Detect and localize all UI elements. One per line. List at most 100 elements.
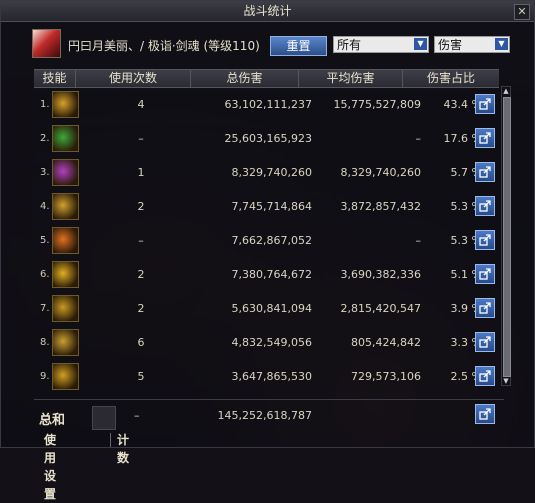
triple-slash-icon bbox=[52, 261, 79, 288]
summary-share-button[interactable] bbox=[475, 404, 495, 424]
total-damage: 63,102,111,237 bbox=[224, 98, 312, 111]
total-damage: 8,329,740,260 bbox=[231, 166, 312, 179]
share-button[interactable] bbox=[475, 366, 495, 386]
table-row[interactable]: 7. 2 5,630,841,094 2,815,420,547 3.9 % bbox=[34, 292, 504, 325]
uses-count: 5 bbox=[137, 370, 145, 383]
total-damage: 25,603,165,923 bbox=[224, 132, 312, 145]
uses-count: 6 bbox=[137, 336, 145, 349]
green-rune-icon bbox=[52, 125, 79, 152]
share-button[interactable] bbox=[475, 264, 495, 284]
table-row[interactable]: 2. –25,603,165,923–17.6 % bbox=[34, 122, 504, 155]
scroll-down-icon[interactable]: ▼ bbox=[502, 377, 510, 385]
table-row[interactable]: 9. 5 3,647,865,530 729,573,106 2.5 % bbox=[34, 360, 504, 393]
filter-select[interactable]: 所有 ▼ bbox=[333, 36, 429, 53]
row-index: 5. bbox=[40, 235, 50, 246]
share-icon bbox=[479, 268, 491, 280]
character-avatar bbox=[32, 29, 61, 58]
share-icon bbox=[479, 370, 491, 382]
total-damage: 7,662,867,052 bbox=[231, 234, 312, 247]
share-icon bbox=[479, 200, 491, 212]
uses-count: 1 bbox=[137, 166, 145, 179]
total-damage: 7,745,714,864 bbox=[231, 200, 312, 213]
chevron-down-icon: ▼ bbox=[414, 38, 427, 50]
share-icon bbox=[479, 302, 491, 314]
summary-icon bbox=[92, 406, 116, 430]
row-index: 7. bbox=[40, 303, 50, 314]
close-button[interactable]: ✕ bbox=[514, 4, 530, 20]
share-button[interactable] bbox=[475, 230, 495, 250]
uses-count: 2 bbox=[137, 268, 145, 281]
window-title: 战斗统计 bbox=[243, 4, 292, 18]
row-index: 3. bbox=[40, 167, 50, 178]
col-avg-damage[interactable]: 平均伤害 bbox=[299, 70, 403, 87]
filter-select-value: 所有 bbox=[337, 38, 362, 52]
damage-share: 3.9 % bbox=[450, 302, 482, 315]
damage-share: 43.4 % bbox=[443, 98, 482, 111]
table-row[interactable]: 5. –7,662,867,052–5.3 % bbox=[34, 224, 504, 257]
uses-count: – bbox=[138, 132, 144, 145]
summary-count: – bbox=[134, 409, 140, 422]
share-button[interactable] bbox=[475, 196, 495, 216]
damage-share: 3.3 % bbox=[450, 336, 482, 349]
damage-share: 5.7 % bbox=[450, 166, 482, 179]
table-row[interactable]: 3. 1 8,329,740,260 8,329,740,260 5.7 % bbox=[34, 156, 504, 189]
total-damage: 3,647,865,530 bbox=[231, 370, 312, 383]
window-titlebar[interactable]: 战斗统计 ✕ bbox=[1, 1, 534, 22]
table-row[interactable]: 4. 2 7,745,714,864 3,872,857,432 5.3 % bbox=[34, 190, 504, 223]
share-icon bbox=[479, 166, 491, 178]
tab-usage-settings[interactable]: 使用设置 bbox=[44, 431, 56, 501]
scrollbar-thumb[interactable] bbox=[503, 97, 511, 377]
table-header: 技能 使用次数 总伤害 平均伤害 伤害占比 bbox=[34, 69, 499, 88]
col-damage-share[interactable]: 伤害占比 bbox=[403, 70, 499, 87]
wave-slash-icon bbox=[52, 363, 79, 390]
summary-total: 145,252,618,787 bbox=[217, 409, 312, 422]
row-index: 6. bbox=[40, 269, 50, 280]
star-slash-icon bbox=[52, 227, 79, 254]
damage-share: 5.1 % bbox=[450, 268, 482, 281]
share-button[interactable] bbox=[475, 332, 495, 352]
share-button[interactable] bbox=[475, 162, 495, 182]
metric-select[interactable]: 伤害 ▼ bbox=[434, 36, 510, 53]
purple-burst-icon bbox=[52, 159, 79, 186]
uses-count: 2 bbox=[137, 302, 145, 315]
share-icon bbox=[479, 132, 491, 144]
uses-count: – bbox=[138, 234, 144, 247]
share-button[interactable] bbox=[475, 128, 495, 148]
damage-share: 17.6 % bbox=[443, 132, 482, 145]
close-icon: ✕ bbox=[517, 5, 527, 18]
metric-select-value: 伤害 bbox=[438, 38, 463, 52]
row-index: 9. bbox=[40, 371, 50, 382]
table-row[interactable]: 8. 6 4,832,549,056 805,424,842 3.3 % bbox=[34, 326, 504, 359]
share-button[interactable] bbox=[475, 94, 495, 114]
damage-share: 5.3 % bbox=[450, 234, 482, 247]
col-total-damage[interactable]: 总伤害 bbox=[191, 70, 299, 87]
share-icon bbox=[479, 408, 491, 420]
character-name: 円曰月美丽、/ 极诣·剑魂 (等级110) bbox=[68, 39, 260, 53]
blade-burst-icon bbox=[52, 193, 79, 220]
summary-row: 总和 – 145,252,618,787 bbox=[34, 399, 504, 430]
row-index: 1. bbox=[40, 99, 50, 110]
share-icon bbox=[479, 98, 491, 110]
uses-count: 4 bbox=[137, 98, 145, 111]
share-icon bbox=[479, 234, 491, 246]
scroll-up-icon[interactable]: ▲ bbox=[502, 87, 510, 95]
swirl-slash-icon bbox=[52, 91, 79, 118]
tab-divider bbox=[110, 433, 111, 447]
table-row[interactable]: 6. 2 7,380,764,672 3,690,382,336 5.1 % bbox=[34, 258, 504, 291]
col-uses[interactable]: 使用次数 bbox=[76, 70, 191, 87]
table-row[interactable]: 1. 4 63,102,111,237 15,775,527,809 43.4 % bbox=[34, 88, 504, 121]
tab-count[interactable]: 计数 bbox=[117, 431, 129, 465]
row-index: 4. bbox=[40, 201, 50, 212]
col-skill[interactable]: 技能 bbox=[34, 70, 76, 87]
combat-stats-window: 战斗统计 ✕ 円曰月美丽、/ 极诣·剑魂 (等级110) 重置 所有 ▼ 伤害 … bbox=[0, 0, 535, 501]
summary-label: 总和 bbox=[39, 413, 66, 428]
total-damage: 5,630,841,094 bbox=[231, 302, 312, 315]
share-button[interactable] bbox=[475, 298, 495, 318]
row-index: 2. bbox=[40, 133, 50, 144]
row-index: 8. bbox=[40, 337, 50, 348]
arc-slash-icon bbox=[52, 295, 79, 322]
damage-share: 5.3 % bbox=[450, 200, 482, 213]
scrollbar[interactable]: ▲ ▼ bbox=[501, 86, 511, 386]
reset-button[interactable]: 重置 bbox=[270, 36, 327, 56]
kanji-slash-icon bbox=[52, 329, 79, 356]
